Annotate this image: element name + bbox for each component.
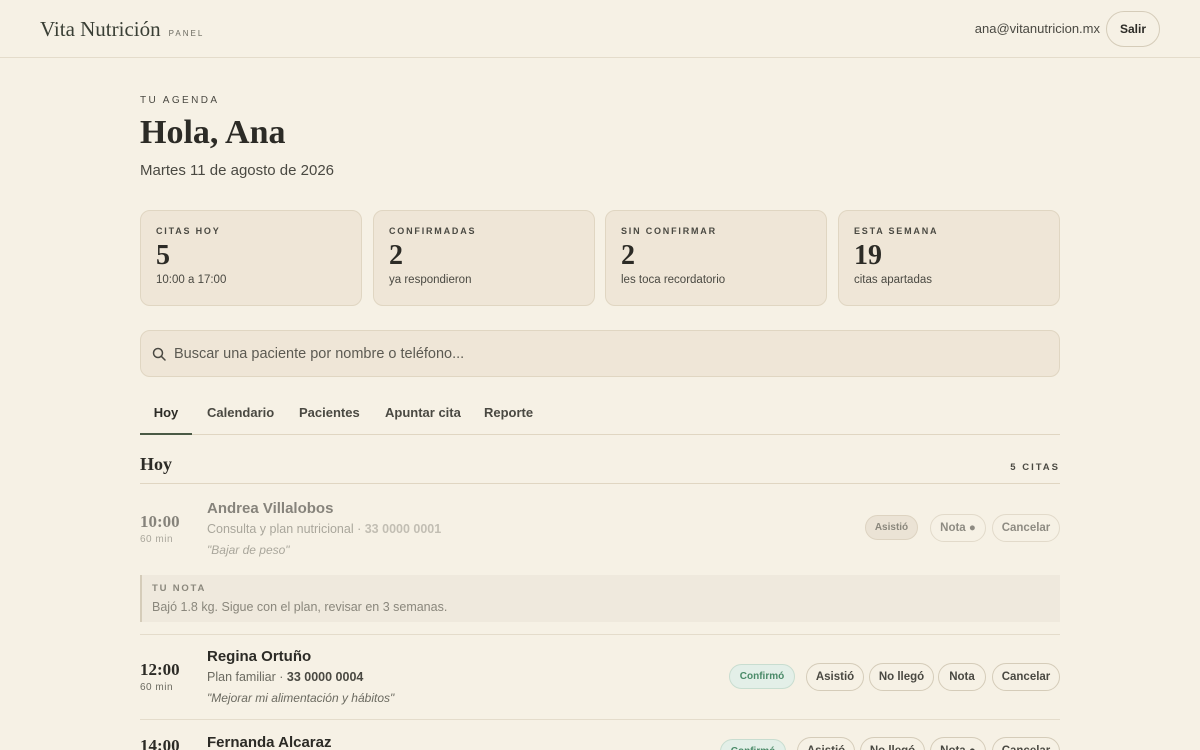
- nav-tabs: Hoy Calendario Pacientes Apuntar cita Re…: [140, 392, 1060, 435]
- stat-sub: 10:00 a 17:00: [156, 274, 227, 286]
- appointment-count: 5 CITAS: [1010, 462, 1060, 473]
- patient-phone: 33 0000 0004: [286, 670, 364, 684]
- divider: [140, 483, 1060, 484]
- stat-value: 19: [854, 240, 882, 271]
- appointment-row: 14:00 Fernanda Alcaraz Confirmó Asistió …: [140, 733, 1060, 750]
- service-label: Consulta y plan nutricional ·: [207, 522, 365, 536]
- appointment-note: TU NOTA Bajó 1.8 kg. Sigue con el plan, …: [140, 575, 1060, 622]
- patient-goal: "Bajar de peso": [207, 543, 290, 557]
- page-title: Hola, Ana: [140, 114, 286, 151]
- stat-card-sin-confirmar: SIN CONFIRMAR 2 les toca recordatorio: [605, 210, 827, 306]
- note-button[interactable]: Nota ●: [930, 514, 986, 542]
- tab-hoy[interactable]: Hoy: [140, 392, 192, 435]
- note-button[interactable]: Nota: [938, 663, 986, 691]
- appointment-service: Plan familiar · 33 0000 0004: [207, 670, 363, 684]
- appointment-row: 12:00 60 min Regina Ortuño Plan familiar…: [140, 648, 1060, 712]
- stat-card-citas-hoy: CITAS HOY 5 10:00 a 17:00: [140, 210, 362, 306]
- patient-name: Regina Ortuño: [207, 648, 312, 665]
- attended-badge[interactable]: Asistió: [865, 515, 918, 540]
- no-show-button[interactable]: No llegó: [860, 737, 925, 750]
- stat-card-esta-semana: ESTA SEMANA 19 citas apartadas: [838, 210, 1060, 306]
- appointment-service: Consulta y plan nutricional · 33 0000 00…: [207, 522, 441, 536]
- section-title: Hoy: [140, 454, 173, 474]
- cancel-button[interactable]: Cancelar: [992, 514, 1060, 542]
- brand-name: Vita Nutrición: [40, 17, 161, 41]
- note-button[interactable]: Nota ●: [930, 737, 986, 750]
- stat-label: SIN CONFIRMAR: [621, 226, 717, 236]
- search-icon: [152, 347, 166, 361]
- appointment-duration: 60 min: [140, 682, 174, 693]
- confirmed-badge: Confirmó: [729, 664, 795, 689]
- divider: [140, 719, 1060, 720]
- note-text: Bajó 1.8 kg. Sigue con el plan, revisar …: [152, 600, 448, 614]
- divider: [140, 634, 1060, 635]
- tab-pacientes[interactable]: Pacientes: [299, 392, 360, 435]
- stat-sub: les toca recordatorio: [621, 274, 726, 286]
- search-input[interactable]: [174, 331, 1044, 376]
- attended-button[interactable]: Asistió: [797, 737, 855, 750]
- stat-value: 5: [156, 240, 170, 271]
- appointment-time: 12:00: [140, 660, 180, 679]
- brand[interactable]: Vita Nutrición PANEL: [40, 17, 204, 42]
- appointment-time: 10:00: [140, 512, 180, 531]
- current-date: Martes 11 de agosto de 2026: [140, 162, 335, 179]
- tab-apuntar-cita[interactable]: Apuntar cita: [385, 392, 461, 435]
- service-label: Plan familiar ·: [207, 670, 287, 684]
- stat-label: CONFIRMADAS: [389, 226, 477, 236]
- appointment-time: 14:00: [140, 736, 180, 750]
- patient-goal: "Mejorar mi alimentación y hábitos": [207, 691, 395, 705]
- logout-button[interactable]: Salir: [1106, 11, 1160, 47]
- cancel-button[interactable]: Cancelar: [992, 737, 1060, 750]
- confirmed-badge: Confirmó: [720, 739, 786, 750]
- stat-sub: citas apartadas: [854, 274, 932, 286]
- tab-calendario[interactable]: Calendario: [207, 392, 274, 435]
- stat-sub: ya respondieron: [389, 274, 472, 286]
- cancel-button[interactable]: Cancelar: [992, 663, 1060, 691]
- patient-name: Fernanda Alcaraz: [207, 734, 332, 750]
- patient-name: Andrea Villalobos: [207, 500, 334, 517]
- stat-value: 2: [389, 240, 403, 271]
- appointment-duration: 60 min: [140, 534, 174, 545]
- stat-label: ESTA SEMANA: [854, 226, 939, 236]
- agenda-eyebrow: TU AGENDA: [140, 95, 220, 106]
- stat-card-confirmadas: CONFIRMADAS 2 ya respondieron: [373, 210, 595, 306]
- note-label: TU NOTA: [152, 583, 207, 594]
- attended-button[interactable]: Asistió: [806, 663, 864, 691]
- patient-phone: 33 0000 0001: [364, 522, 442, 536]
- user-email: ana@vitanutricion.mx: [974, 21, 1100, 36]
- stat-label: CITAS HOY: [156, 226, 221, 236]
- brand-tag: PANEL: [168, 29, 205, 38]
- stat-value: 2: [621, 240, 635, 271]
- no-show-button[interactable]: No llegó: [869, 663, 934, 691]
- patient-search: [140, 330, 1060, 377]
- top-bar: Vita Nutrición PANEL ana@vitanutricion.m…: [0, 0, 1200, 58]
- appointment-row: 10:00 60 min Andrea Villalobos Consulta …: [140, 500, 1060, 570]
- tab-reporte[interactable]: Reporte: [484, 392, 533, 435]
